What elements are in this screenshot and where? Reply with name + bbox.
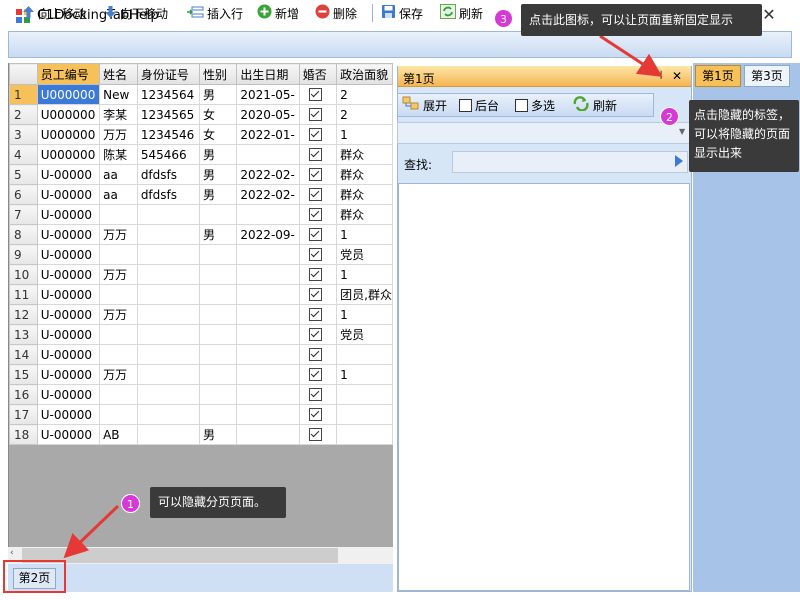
annotation-badge-3: 3	[494, 9, 513, 28]
annotation-badge-2: 2	[660, 107, 679, 126]
annotation-bubble-2: 点击隐藏的标签，可以将隐藏的页面显示出来	[689, 100, 799, 172]
arrow-1	[63, 504, 120, 559]
annotation-bubble-3: 点击此图标，可以让页面重新固定显示	[521, 4, 762, 36]
arrow-3	[599, 34, 663, 77]
annotation-arrows	[63, 34, 663, 559]
annotation-badge-1: 1	[121, 494, 140, 513]
annotation-bubble-1: 可以隐藏分页页面。	[150, 487, 286, 518]
